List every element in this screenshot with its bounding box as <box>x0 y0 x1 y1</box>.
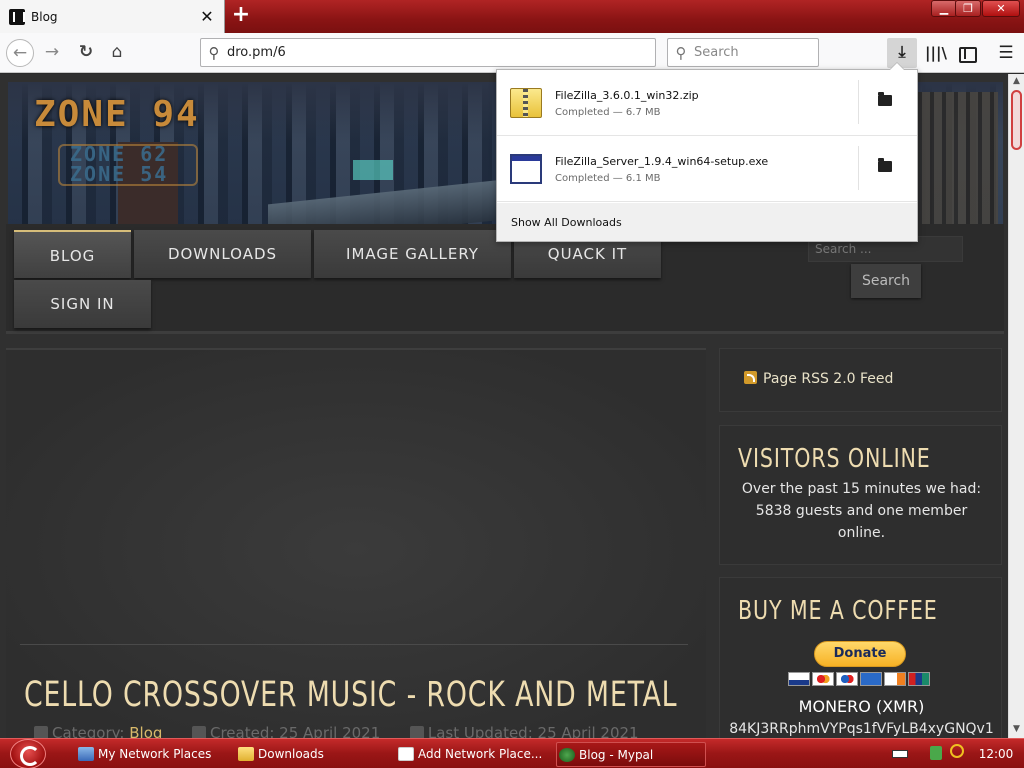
category-label: Category: <box>52 724 125 738</box>
divider <box>858 146 859 190</box>
discover-card-icon <box>884 672 906 686</box>
download-status: Completed — 6.7 MB <box>555 107 661 118</box>
clock[interactable]: 12:00 AM <box>970 739 1022 768</box>
show-all-downloads-button[interactable]: Show All Downloads <box>511 216 622 229</box>
site-favicon-icon <box>9 8 25 25</box>
download-item[interactable]: FileZilla_Server_1.9.4_win64-setup.exe C… <box>497 136 917 202</box>
unionpay-card-icon <box>908 672 930 686</box>
start-orb-icon <box>10 739 46 768</box>
taskbar-item-active[interactable]: Blog - Mypal <box>556 742 706 767</box>
visitors-module: VISITORS ONLINE Over the past 15 minutes… <box>719 425 1002 565</box>
calendar-icon <box>409 726 424 738</box>
search-icon: ⚲ <box>675 43 687 62</box>
open-folder-icon[interactable] <box>878 92 892 106</box>
wizard-window-icon <box>398 747 414 761</box>
logo-subtitle: ZONE 54 <box>70 162 169 186</box>
browser-icon <box>559 748 575 762</box>
download-filename: FileZilla_Server_1.9.4_win64-setup.exe <box>555 155 769 168</box>
url-bar[interactable]: ⚲ <box>200 38 656 67</box>
download-filename: FileZilla_3.6.0.1_win32.zip <box>555 89 699 102</box>
banner-sign <box>353 160 393 180</box>
article-meta: Category: Blog Created: 25 April 2021 La… <box>34 724 639 738</box>
library-button[interactable]: |||\ <box>922 39 950 67</box>
article-title[interactable]: CELLO CROSSOVER MUSIC - ROCK AND METAL <box>24 675 677 715</box>
mastercard-icon <box>812 672 834 686</box>
visa-card-icon <box>788 672 810 686</box>
rss-feed-label: Page RSS 2.0 Feed <box>763 371 894 387</box>
taskbar-item-label: My Network Places <box>98 747 212 761</box>
new-tab-button[interactable]: + <box>229 4 253 28</box>
hamburger-menu-button[interactable]: ☰ <box>992 39 1020 67</box>
coffee-module: BUY ME A COFFEE Donate MONERO (XMR) 84KJ… <box>719 577 1002 738</box>
zip-file-icon <box>510 88 542 118</box>
category-link[interactable]: Blog <box>129 724 162 738</box>
amex-card-icon <box>860 672 882 686</box>
donate-button[interactable]: Donate <box>814 641 906 667</box>
downloads-footer: Show All Downloads <box>497 203 917 241</box>
network-places-icon <box>78 747 94 761</box>
divider <box>858 80 859 124</box>
taskbar-item-label: Downloads <box>258 747 324 761</box>
tab-strip: Blog ✕ + ▁ ❐ ✕ <box>0 0 1024 33</box>
maximize-button[interactable]: ❐ <box>955 0 981 17</box>
menu-item-sign-in[interactable]: SIGN IN <box>14 280 151 328</box>
rss-icon <box>744 371 757 384</box>
payment-cards <box>788 672 930 686</box>
created-date: Created: 25 April 2021 <box>210 724 381 738</box>
taskbar-item[interactable]: My Network Places <box>76 742 226 767</box>
browser-search-bar[interactable]: ⚲ <box>667 38 819 67</box>
article-panel: CELLO CROSSOVER MUSIC - ROCK AND METAL C… <box>6 348 706 738</box>
updated-date: Last Updated: 25 April 2021 <box>427 724 639 738</box>
search-input[interactable] <box>694 45 812 60</box>
scroll-down-arrow-icon[interactable]: ▼ <box>1009 724 1024 736</box>
downloads-panel: FileZilla_3.6.0.1_win32.zip Completed — … <box>496 62 918 242</box>
site-logo: ZONE 94 <box>34 94 200 135</box>
back-button[interactable]: ← <box>6 39 34 67</box>
tab-title: Blog <box>31 9 58 24</box>
menu-item-downloads[interactable]: DOWNLOADS <box>134 230 311 278</box>
download-item[interactable]: FileZilla_3.6.0.1_win32.zip Completed — … <box>497 70 917 136</box>
rss-module: Page RSS 2.0 Feed <box>719 348 1002 412</box>
menu-item-image-gallery[interactable]: IMAGE GALLERY <box>314 230 511 278</box>
exe-file-icon <box>510 154 542 184</box>
visitors-text: Over the past 15 minutes we had: 5838 gu… <box>741 481 982 541</box>
calendar-icon <box>192 726 206 738</box>
search-icon: ⚲ <box>208 43 220 62</box>
reload-button[interactable]: ↻ <box>72 39 100 67</box>
tab-blog[interactable]: Blog ✕ <box>0 0 225 33</box>
start-button[interactable] <box>0 739 50 768</box>
page-scrollbar[interactable]: ▲ ▼ <box>1008 74 1024 738</box>
forward-button[interactable]: → <box>38 39 66 67</box>
rss-feed-link[interactable]: Page RSS 2.0 Feed <box>744 371 893 387</box>
navigation-toolbar: ← → ↻ ⌂ ⚲ ⚲ ⤓ |||\ ☰ <box>0 33 1024 73</box>
folder-icon <box>34 726 48 738</box>
coffee-title: BUY ME A COFFEE <box>738 596 938 626</box>
network-icon[interactable] <box>930 746 942 760</box>
taskbar-item[interactable]: Add Network Place... <box>396 742 546 767</box>
minimize-button[interactable]: ▁ <box>931 0 957 17</box>
taskbar: My Network Places Downloads Add Network … <box>0 738 1024 768</box>
taskbar-item-label: Blog - Mypal <box>579 748 654 762</box>
monero-label: MONERO (XMR) <box>798 697 925 716</box>
home-button[interactable]: ⌂ <box>103 39 131 67</box>
menu-item-blog[interactable]: BLOG <box>14 230 131 278</box>
scroll-thumb[interactable] <box>1011 90 1022 150</box>
open-folder-icon[interactable] <box>878 158 892 172</box>
maestro-card-icon <box>836 672 858 686</box>
close-window-button[interactable]: ✕ <box>982 0 1020 17</box>
download-status: Completed — 6.1 MB <box>555 173 661 184</box>
search-icon[interactable] <box>950 744 964 758</box>
taskbar-item[interactable]: Downloads <box>236 742 386 767</box>
scroll-up-arrow-icon[interactable]: ▲ <box>1009 76 1024 88</box>
site-search-button[interactable]: Search <box>851 264 921 298</box>
monero-address[interactable]: 84KJ3RRphmVYPqs1fVFyLB4xyGNQv1 <box>720 721 1003 737</box>
url-input[interactable] <box>227 45 627 60</box>
taskbar-item-label: Add Network Place... <box>418 747 543 761</box>
visitors-title: VISITORS ONLINE <box>738 444 931 474</box>
sidebar-toggle-button[interactable] <box>952 39 980 67</box>
divider <box>20 644 688 645</box>
folder-icon <box>238 747 254 761</box>
keyboard-icon[interactable] <box>892 750 908 758</box>
tab-close-icon[interactable]: ✕ <box>198 7 216 26</box>
